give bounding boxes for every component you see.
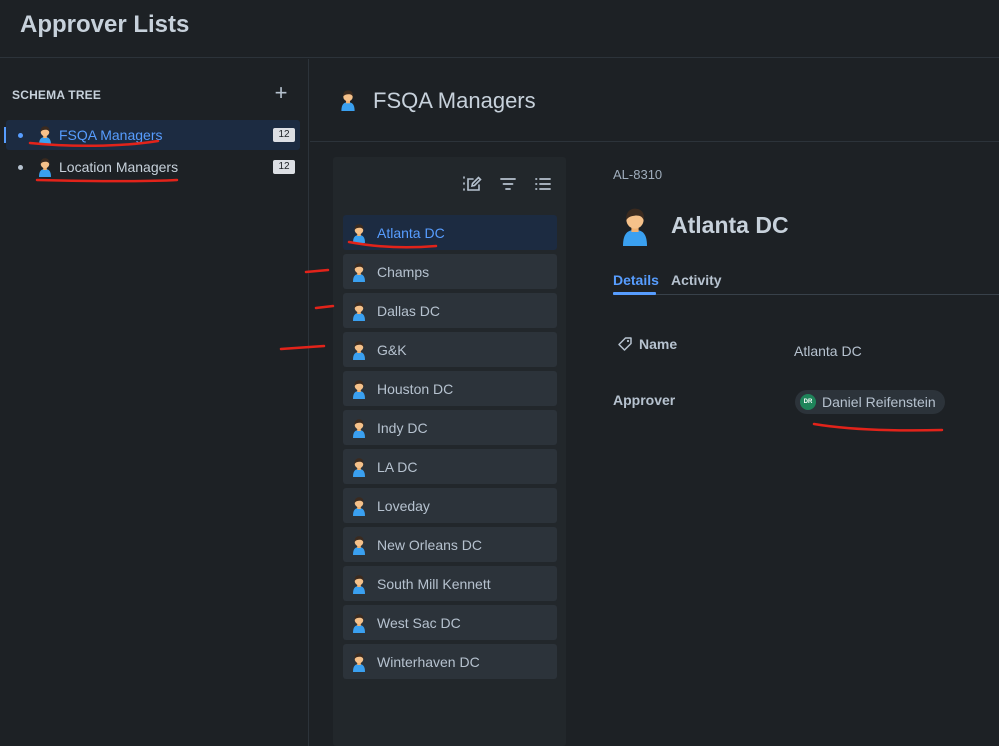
person-icon	[350, 652, 368, 672]
person-icon	[350, 379, 368, 399]
list-item-houston-dc[interactable]: Houston DC	[343, 371, 557, 406]
list-item-label: Indy DC	[377, 419, 428, 436]
name-field-value: Atlanta DC	[794, 343, 862, 359]
add-schema-button[interactable]: +	[270, 80, 292, 105]
person-icon	[36, 157, 54, 177]
approver-label-text: Approver	[613, 392, 676, 408]
list-item-label: Dallas DC	[377, 302, 441, 319]
avatar: DR	[800, 394, 816, 410]
annotation-underline	[812, 422, 944, 432]
list-item-la-dc[interactable]: LA DC	[343, 449, 557, 484]
list-item-label: Loveday	[377, 497, 430, 514]
tree-item-label: Location Managers	[59, 159, 179, 175]
list-item-west-sac-dc[interactable]: West Sac DC	[343, 605, 557, 640]
main-header: FSQA Managers	[310, 59, 999, 142]
object-key: AL-8310	[613, 167, 663, 182]
list-item-indy-dc[interactable]: Indy DC	[343, 410, 557, 445]
list-item-new-orleans-dc[interactable]: New Orleans DC	[343, 527, 557, 562]
person-icon	[350, 613, 368, 633]
plus-icon: +	[274, 80, 288, 105]
list-item-label: New Orleans DC	[377, 536, 483, 553]
person-icon	[617, 206, 653, 246]
tag-icon	[618, 337, 632, 351]
schema-tree-label: SCHEMA TREE	[12, 88, 102, 102]
person-icon	[350, 223, 368, 243]
list-item-label: West Sac DC	[377, 614, 461, 631]
list-item-label: Houston DC	[377, 380, 454, 397]
person-icon	[36, 125, 54, 145]
list-item-g-and-k[interactable]: G&K	[343, 332, 557, 367]
person-icon	[350, 457, 368, 477]
annotation-dash	[304, 268, 330, 274]
list-view-icon[interactable]	[533, 174, 553, 194]
person-icon	[350, 574, 368, 594]
approver-name: Daniel Reifenstein	[822, 394, 936, 410]
list-item-label: Winterhaven DC	[377, 653, 480, 670]
selection-indicator	[4, 127, 6, 143]
annotation-dash	[314, 304, 335, 310]
count-badge: 12	[273, 128, 295, 142]
person-icon	[350, 535, 368, 555]
list-item-south-mill-kennett[interactable]: South Mill Kennett	[343, 566, 557, 601]
person-icon	[350, 301, 368, 321]
list-item-atlanta-dc[interactable]: Atlanta DC	[343, 215, 557, 250]
object-list-panel: Atlanta DC Champs Dallas DC G&K Houston …	[333, 157, 566, 746]
tree-item-label: FSQA Managers	[59, 127, 163, 143]
list-item-label: Atlanta DC	[377, 224, 445, 241]
list-item-label: LA DC	[377, 458, 418, 475]
app-title: Approver Lists	[20, 11, 190, 38]
list-item-label: South Mill Kennett	[377, 575, 491, 592]
list-item-label: G&K	[377, 341, 407, 358]
name-field-label: Name	[617, 336, 677, 352]
tab-details[interactable]: Details	[613, 272, 659, 288]
person-icon	[338, 89, 358, 111]
tab-activity[interactable]: Activity	[671, 272, 722, 288]
approver-field-label: Approver	[613, 392, 675, 408]
page-title: FSQA Managers	[373, 88, 536, 113]
list-item-winterhaven-dc[interactable]: Winterhaven DC	[343, 644, 557, 679]
list-item-champs[interactable]: Champs	[343, 254, 557, 289]
tree-bullet	[18, 164, 23, 170]
list-item-loveday[interactable]: Loveday	[343, 488, 557, 523]
top-bar: Approver Lists	[0, 0, 999, 58]
person-icon	[350, 262, 368, 282]
tree-item-fsqa-managers[interactable]: FSQA Managers 12	[4, 120, 300, 150]
edit-list-icon[interactable]	[462, 174, 482, 194]
count-badge: 12	[273, 160, 295, 174]
sidebar: SCHEMA TREE + FSQA Managers 12 Location …	[0, 59, 309, 746]
tabs-divider	[613, 294, 999, 295]
person-icon	[350, 496, 368, 516]
person-icon	[350, 340, 368, 360]
active-tab-indicator	[613, 292, 656, 295]
list-item-dallas-dc[interactable]: Dallas DC	[343, 293, 557, 328]
object-title: Atlanta DC	[671, 212, 789, 238]
tree-bullet	[18, 132, 23, 138]
person-icon	[350, 418, 368, 438]
list-item-label: Champs	[377, 263, 430, 280]
tree-item-location-managers[interactable]: Location Managers 12	[6, 152, 300, 182]
filter-icon[interactable]	[498, 174, 518, 194]
approver-user-chip[interactable]: DR Daniel Reifenstein	[795, 390, 945, 414]
name-label-text: Name	[639, 336, 678, 352]
